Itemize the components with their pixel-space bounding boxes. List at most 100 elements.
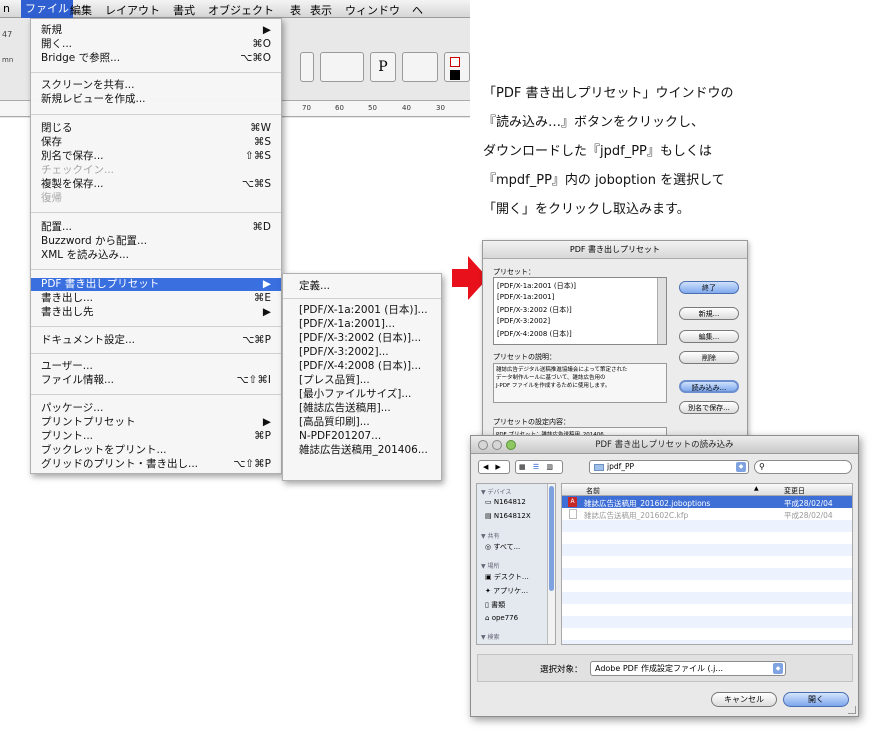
menu-item-save-as[interactable]: 別名で保存... ⇧⌘S [31, 150, 281, 163]
align-tools[interactable] [402, 52, 438, 82]
menu-layout[interactable]: レイアウト [105, 2, 160, 18]
submenu-item-define[interactable]: 定義... [283, 280, 441, 293]
open-button[interactable]: 開く [783, 692, 849, 707]
menu-item-new-review[interactable]: 新規レビューを作成... [31, 93, 281, 106]
rotate-tools[interactable] [320, 52, 364, 82]
menu-app[interactable]: n [3, 2, 10, 15]
sidebar-item-desktop[interactable]: ▣ デスクト… [485, 572, 529, 582]
menu-edit[interactable]: 編集 [70, 2, 92, 18]
file-list: 名前 ▲ 変更日 A 雑誌広告送稿用_201602.joboptions 平成2… [561, 483, 853, 645]
menu-item-place-buzzword[interactable]: Buzzword から配置... [31, 235, 281, 248]
menu-item-close[interactable]: 閉じる ⌘W [31, 122, 281, 135]
table-row[interactable]: 雑誌広告送稿用_201602C.kfp 平成28/02/04 [562, 508, 852, 520]
sidebar: ▼ デバイス ▭ N164812 ▤ N164812X ▼ 共有 ◎ すべて..… [476, 483, 556, 645]
submenu-item-preset[interactable]: [PDF/X-4:2008 (日本)]... [283, 360, 441, 373]
document-icon [569, 509, 577, 519]
icon-view-icon[interactable]: ▦ [519, 463, 526, 471]
menu-item-export[interactable]: 書き出し... ⌘E [31, 292, 281, 305]
menu-type[interactable]: 書式 [173, 2, 195, 18]
menu-view[interactable]: 表示 [310, 2, 332, 18]
submenu-item-preset[interactable]: 雑誌広告送稿用_201406... [283, 444, 441, 457]
view-mode-buttons[interactable]: ▦ ☰ ▥ [515, 460, 563, 474]
list-item[interactable]: [PDF/X-1a:2001] [497, 293, 554, 301]
menu-item-file-info[interactable]: ファイル情報... ⌥⇧⌘I [31, 374, 281, 387]
description-line: J-PDF ファイルを作成するために使用します。 [496, 383, 611, 389]
menu-item-bridge[interactable]: Bridge で参照... ⌥⌘O [31, 52, 281, 65]
done-button[interactable]: 終了 [679, 281, 739, 294]
edit-button[interactable]: 編集... [679, 330, 739, 343]
menu-item-print[interactable]: プリント... ⌘P [31, 430, 281, 443]
list-item[interactable]: [PDF/X-1a:2001 (日本)] [497, 281, 576, 291]
back-forward-buttons[interactable]: ◀ ▶ [478, 460, 510, 474]
submenu-item-preset[interactable]: [プレス品質]... [283, 374, 441, 387]
menu-table[interactable]: 表 [290, 2, 301, 18]
back-arrow-icon[interactable]: ◀ [483, 463, 488, 471]
sidebar-item-device[interactable]: ▤ N164812X [485, 512, 531, 520]
menu-item-print-booklet[interactable]: ブックレットをプリント... [31, 444, 281, 457]
sidebar-item-documents[interactable]: ▯ 書類 [485, 600, 505, 610]
column-header-modified[interactable]: 変更日 [784, 486, 805, 496]
menu-file[interactable]: ファイル [21, 0, 73, 18]
resize-grip-icon[interactable] [848, 706, 856, 714]
fill-swatch-icon [450, 70, 460, 80]
menu-item-save[interactable]: 保存 ⌘S [31, 136, 281, 149]
list-item[interactable]: [PDF/X-3:2002 (日本)] [497, 305, 572, 315]
submenu-item-preset[interactable]: [PDF/X-1a:2001]... [283, 318, 441, 331]
sidebar-item-home[interactable]: ⌂ ope776 [485, 614, 518, 622]
column-header-name[interactable]: 名前 [586, 486, 600, 496]
menu-item-export-to[interactable]: 書き出し先 ▶ [31, 306, 281, 319]
submenu-item-preset[interactable]: [PDF/X-3:2002 (日本)]... [283, 332, 441, 345]
menu-item-save-copy[interactable]: 複製を保存... ⌥⌘S [31, 178, 281, 191]
load-button[interactable]: 読み込み... [679, 380, 739, 393]
menu-help[interactable]: ヘ [412, 2, 423, 18]
submenu-item-preset[interactable]: [PDF/X-1a:2001 (日本)]... [283, 304, 441, 317]
delete-button[interactable]: 削除 [679, 351, 739, 364]
sidebar-scrollbar[interactable] [547, 484, 555, 644]
menu-item-pdf-presets[interactable]: PDF 書き出しプリセット ▶ [31, 278, 281, 291]
submenu-item-preset[interactable]: [高品質印刷]... [283, 416, 441, 429]
submenu-item-preset[interactable]: [PDF/X-3:2002]... [283, 346, 441, 359]
search-input[interactable]: ⚲ [754, 460, 852, 474]
menu-window[interactable]: ウィンドウ [345, 2, 400, 18]
instruction-line: 「PDF 書き出しプリセット」ウインドウの [483, 86, 734, 101]
submenu-item-preset[interactable]: N-PDF201207... [283, 430, 441, 443]
menu-item-import-xml[interactable]: XML を読み込み... [31, 249, 281, 262]
folder-icon [594, 463, 604, 471]
sidebar-item-device[interactable]: ▭ N164812 [485, 498, 526, 506]
list-item[interactable]: [PDF/X-3:2002] [497, 317, 550, 325]
menu-item-document-setup[interactable]: ドキュメント設定... ⌥⌘P [31, 334, 281, 347]
stroke-fill-swatch[interactable] [444, 52, 470, 82]
column-view-icon[interactable]: ▥ [546, 463, 553, 471]
menu-item-place[interactable]: 配置... ⌘D [31, 221, 281, 234]
sidebar-item-applications[interactable]: ✦ アプリケ… [485, 586, 528, 596]
new-button[interactable]: 新規... [679, 307, 739, 320]
save-as-button[interactable]: 別名で保存... [679, 401, 739, 414]
table-row[interactable]: A 雑誌広告送稿用_201602.joboptions 平成28/02/04 [562, 496, 852, 508]
menu-item-user[interactable]: ユーザー... [31, 360, 281, 373]
cancel-button[interactable]: キャンセル [711, 692, 777, 707]
menu-item-package[interactable]: パッケージ... [31, 402, 281, 415]
list-scrollbar[interactable] [657, 278, 666, 344]
list-item[interactable]: [PDF/X-4:2008 (日本)] [497, 329, 572, 339]
menu-item-open[interactable]: 開く... ⌘O [31, 38, 281, 51]
submenu-item-preset[interactable]: [最小ファイルサイズ]... [283, 388, 441, 401]
menu-item-new[interactable]: 新規 ▶ [31, 24, 281, 37]
menu-item-print-presets[interactable]: プリントプリセット ▶ [31, 416, 281, 429]
close-window-icon[interactable] [478, 440, 488, 450]
stepper-control[interactable] [300, 52, 314, 82]
text-frame-icon[interactable]: P [370, 52, 396, 82]
menu-object[interactable]: オブジェクト [208, 2, 274, 18]
disk-icon: ▤ [485, 512, 492, 520]
submenu-item-preset[interactable]: [雑誌広告送稿用]... [283, 402, 441, 415]
list-view-icon[interactable]: ☰ [533, 463, 539, 471]
presets-list[interactable]: [PDF/X-1a:2001 (日本)] [PDF/X-1a:2001] [PD… [493, 277, 667, 345]
menu-item-grid-print[interactable]: グリッドのプリント・書き出し... ⌥⇧⌘P [31, 458, 281, 471]
folder-popup[interactable]: jpdf_PP ◆ [589, 460, 749, 474]
scroll-thumb[interactable] [549, 486, 554, 591]
zoom-window-icon[interactable] [506, 440, 516, 450]
file-type-select[interactable]: Adobe PDF 作成設定ファイル (.j... ◆ [590, 661, 786, 676]
sidebar-item-shared[interactable]: ◎ すべて... [485, 542, 520, 552]
minimize-window-icon[interactable] [492, 440, 502, 450]
forward-arrow-icon[interactable]: ▶ [495, 463, 500, 471]
menu-item-share-screen[interactable]: スクリーンを共有... [31, 79, 281, 92]
